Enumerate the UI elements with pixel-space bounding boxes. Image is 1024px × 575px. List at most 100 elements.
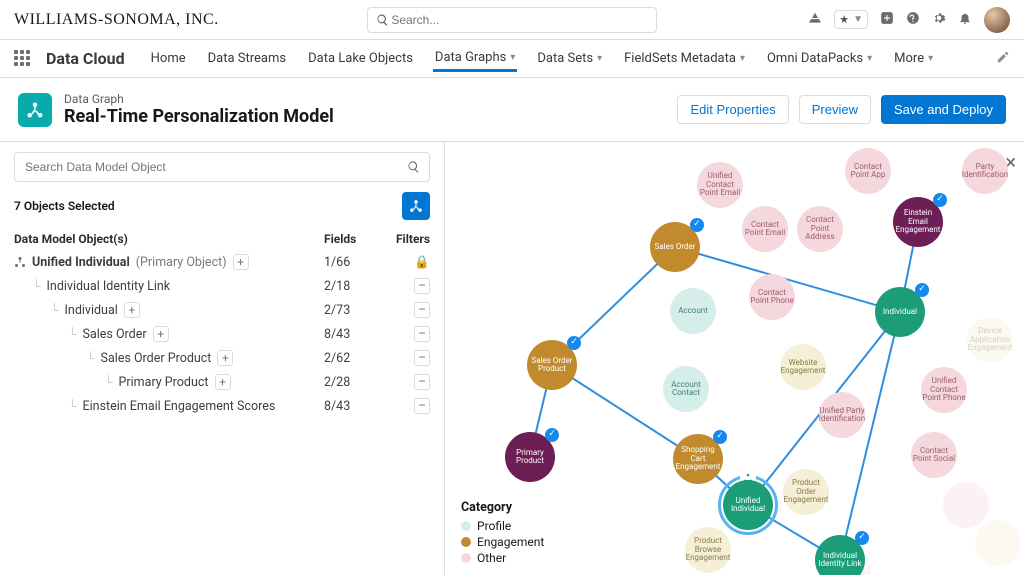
checkmark-icon: ✓	[690, 218, 704, 232]
branch-icon: └	[86, 351, 95, 365]
user-avatar[interactable]	[984, 7, 1010, 33]
global-search-input[interactable]	[389, 12, 648, 28]
nav-item-fieldsets-metadata[interactable]: FieldSets Metadata▾	[622, 47, 747, 70]
chevron-down-icon: ▼	[853, 14, 863, 25]
tree-row[interactable]: └Individual Identity Link2/18−	[14, 274, 430, 298]
graph-node-ghost[interactable]: Unified Contact Point Email	[697, 162, 743, 208]
row-fields: 8/43	[324, 327, 384, 342]
graph-node-ghost[interactable]: Account Contact	[663, 366, 709, 412]
row-sublabel: (Primary Object)	[136, 255, 227, 270]
add-child-button[interactable]: +	[233, 254, 249, 270]
app-name: Data Cloud	[46, 49, 125, 68]
favorites-menu[interactable]: ★▼	[834, 10, 868, 29]
header-filters: Filters	[384, 232, 430, 246]
remove-button[interactable]: −	[414, 326, 430, 342]
add-child-button[interactable]: +	[124, 302, 140, 318]
row-label: Individual Identity Link	[47, 279, 171, 294]
help-icon[interactable]	[906, 11, 920, 29]
dmo-search-input[interactable]	[23, 159, 407, 175]
global-header: WILLIAMS-SONOMA, INC. ★▼	[0, 0, 1024, 40]
branch-icon: └	[104, 375, 113, 389]
add-child-button[interactable]: +	[215, 374, 231, 390]
graph-node-individual[interactable]: Individual✓	[875, 287, 925, 337]
tree-row[interactable]: └Sales Order+8/43−	[14, 322, 430, 346]
remove-button[interactable]: −	[414, 302, 430, 318]
graph-node-shopping-cart[interactable]: Shopping Cart Engagement✓	[673, 434, 723, 484]
tree-row[interactable]: └Primary Product+2/28−	[14, 370, 430, 394]
nav-item-more[interactable]: More ▾	[892, 47, 935, 70]
dmo-search[interactable]	[14, 152, 430, 182]
nav-item-data-graphs[interactable]: Data Graphs▾	[433, 46, 517, 72]
row-label: Individual	[65, 303, 118, 318]
graph-node-ghost[interactable]: Website Engagement	[780, 344, 826, 390]
add-child-button[interactable]: +	[217, 350, 233, 366]
graph-node-ghost[interactable]: Contact Point Address	[797, 206, 843, 252]
remove-button[interactable]: −	[414, 350, 430, 366]
graph-node-ghost[interactable]	[975, 520, 1021, 566]
graph-node-ghost[interactable]: Device Application Engagement	[967, 317, 1013, 363]
nav-label: Data Lake Objects	[308, 51, 413, 66]
hierarchy-icon	[14, 256, 26, 268]
save-deploy-button[interactable]: Save and Deploy	[881, 95, 1006, 124]
row-label: Unified Individual	[32, 255, 130, 270]
graph-node-primary-product[interactable]: Primary Product✓	[505, 432, 555, 482]
graph-node-ghost[interactable]: Contact Point App	[845, 148, 891, 194]
setup-gear-icon[interactable]	[932, 11, 946, 29]
nav-label: Data Streams	[208, 51, 286, 66]
add-icon[interactable]	[880, 11, 894, 29]
graph-node-ghost[interactable]: Contact Point Phone	[749, 274, 795, 320]
edit-nav-icon[interactable]	[996, 50, 1010, 68]
app-launcher-icon[interactable]	[14, 50, 32, 68]
nav-item-omni-datapacks[interactable]: Omni DataPacks▾	[765, 47, 874, 70]
legend-swatch	[461, 521, 471, 531]
graph-node-ghost[interactable]: Account	[670, 288, 716, 334]
remove-button[interactable]: −	[414, 278, 430, 294]
remove-button[interactable]: −	[414, 398, 430, 414]
chevron-down-icon: ▾	[867, 53, 872, 64]
trailhead-icon[interactable]	[808, 11, 822, 29]
header-actions: ★▼	[808, 7, 1010, 33]
nav-item-data-streams[interactable]: Data Streams	[206, 47, 288, 70]
graph-node-einstein-email[interactable]: Einstein Email Engagement✓	[893, 197, 943, 247]
graph-node-ghost[interactable]	[943, 482, 989, 528]
graph-node-ghost[interactable]: Party Identification	[962, 148, 1008, 194]
nav-item-home[interactable]: Home	[149, 47, 188, 70]
tree-row[interactable]: └Einstein Email Engagement Scores8/43−	[14, 394, 430, 418]
nav-item-data-sets[interactable]: Data Sets▾	[535, 47, 604, 70]
data-graph-icon	[18, 93, 52, 127]
graph-node-ghost[interactable]: Contact Point Email	[742, 206, 788, 252]
graph-node-identity-link[interactable]: Individual Identity Link✓	[815, 535, 865, 575]
graph-canvas[interactable]: × Unified Contact Point EmailContact Poi…	[445, 142, 1024, 575]
nav-item-data-lake-objects[interactable]: Data Lake Objects	[306, 47, 415, 70]
row-filters: −	[384, 278, 430, 294]
tree-row[interactable]: Unified Individual(Primary Object)+1/66🔒	[14, 250, 430, 274]
add-child-button[interactable]: +	[153, 326, 169, 342]
tree-row[interactable]: └Sales Order Product+2/62−	[14, 346, 430, 370]
row-filters: −	[384, 398, 430, 414]
row-filters: −	[384, 326, 430, 342]
edit-properties-button[interactable]: Edit Properties	[677, 95, 788, 124]
dmo-tree: Unified Individual(Primary Object)+1/66🔒…	[14, 250, 430, 418]
graph-node-sales-order[interactable]: Sales Order✓	[650, 222, 700, 272]
graph-node-ghost[interactable]: Product Browse Engagement	[685, 527, 731, 573]
global-search[interactable]	[367, 7, 657, 33]
legend-item: Other	[461, 551, 544, 565]
graph-node-unified-individual[interactable]: Unified Individual	[723, 480, 773, 530]
notifications-bell-icon[interactable]	[958, 11, 972, 29]
row-label: Sales Order	[83, 327, 147, 342]
chevron-down-icon: ▾	[928, 53, 933, 64]
graph-view-button[interactable]	[402, 192, 430, 220]
graph-node-ghost[interactable]: Product Order Engagement	[783, 469, 829, 515]
nav-label: More	[894, 51, 924, 66]
graph-node-ghost[interactable]: Contact Point Social	[911, 432, 957, 478]
graph-node-ghost[interactable]: Unified Party Identification	[819, 392, 865, 438]
record-type: Data Graph	[64, 92, 334, 106]
tree-row[interactable]: └Individual+2/73−	[14, 298, 430, 322]
graph-node-sales-order-product[interactable]: Sales Order Product✓	[527, 340, 577, 390]
preview-button[interactable]: Preview	[799, 95, 871, 124]
legend-item: Profile	[461, 519, 544, 533]
record-header: Data Graph Real-Time Personalization Mod…	[0, 78, 1024, 142]
graph-node-ghost[interactable]: Unified Contact Point Phone	[921, 367, 967, 413]
record-actions: Edit Properties Preview Save and Deploy	[677, 95, 1006, 124]
remove-button[interactable]: −	[414, 374, 430, 390]
